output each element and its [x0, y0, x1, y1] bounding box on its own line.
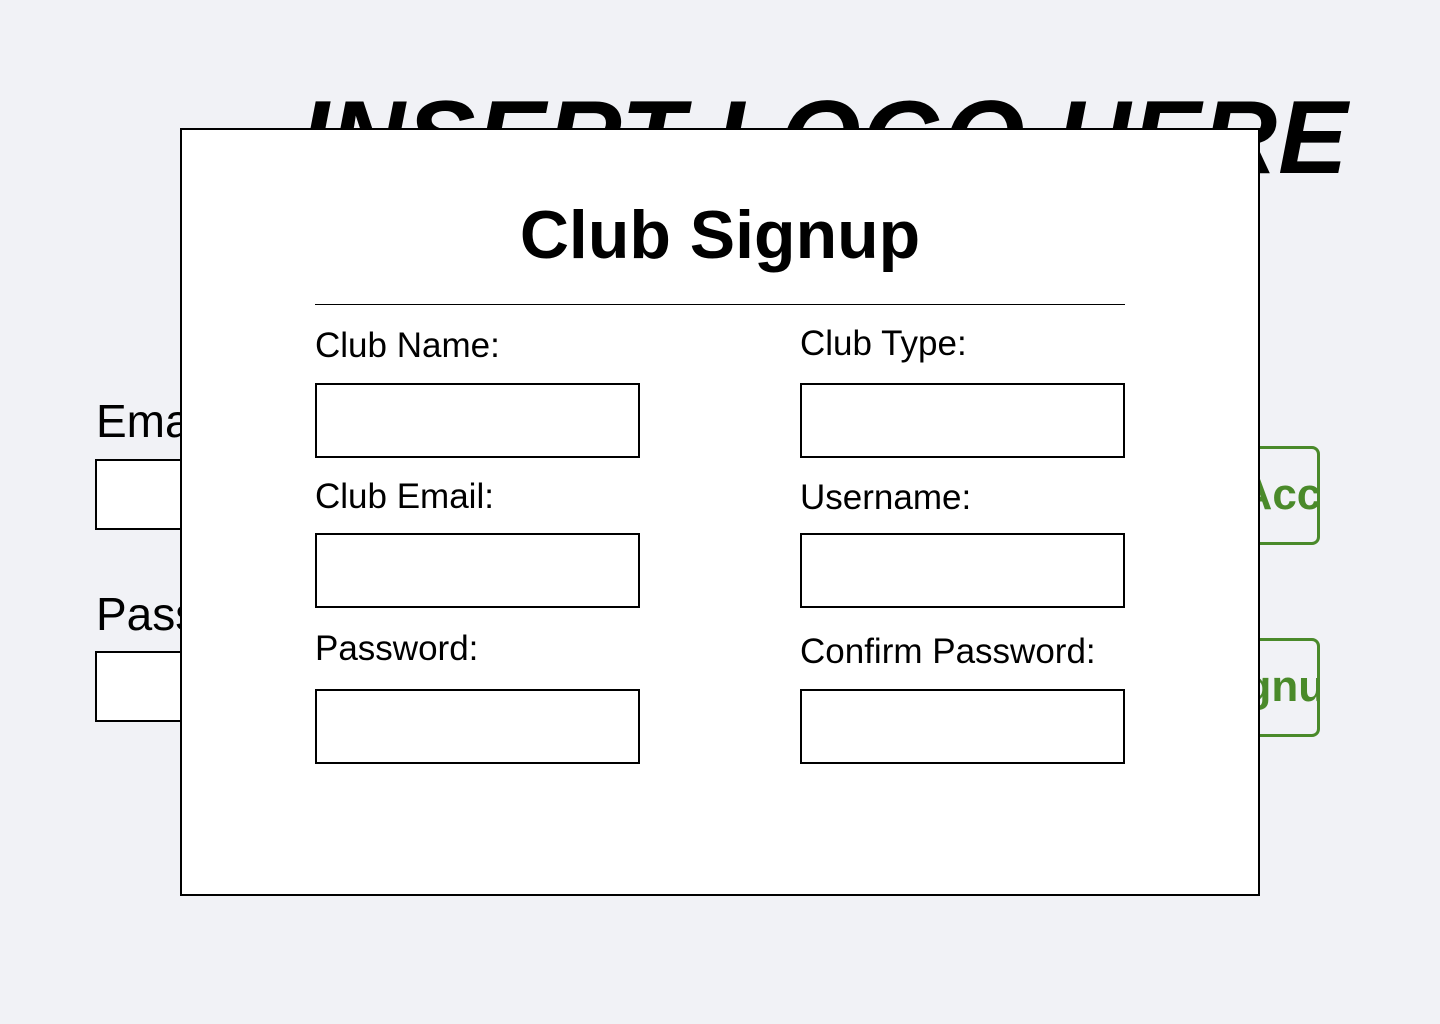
modal-title: Club Signup	[519, 197, 921, 273]
club-type-label: Club Type:	[800, 324, 967, 363]
confirm-password-input[interactable]	[800, 689, 1125, 764]
club-email-label: Club Email:	[315, 477, 494, 516]
club-name-input[interactable]	[315, 383, 640, 458]
title-divider	[315, 304, 1125, 305]
username-input[interactable]	[800, 533, 1125, 608]
club-password-input[interactable]	[315, 689, 640, 764]
club-password-label: Password:	[315, 629, 479, 668]
club-name-label: Club Name:	[315, 326, 500, 365]
club-type-input[interactable]	[800, 383, 1125, 458]
club-email-input[interactable]	[315, 533, 640, 608]
username-label: Username:	[800, 478, 972, 517]
confirm-password-label: Confirm Password:	[800, 632, 1096, 671]
